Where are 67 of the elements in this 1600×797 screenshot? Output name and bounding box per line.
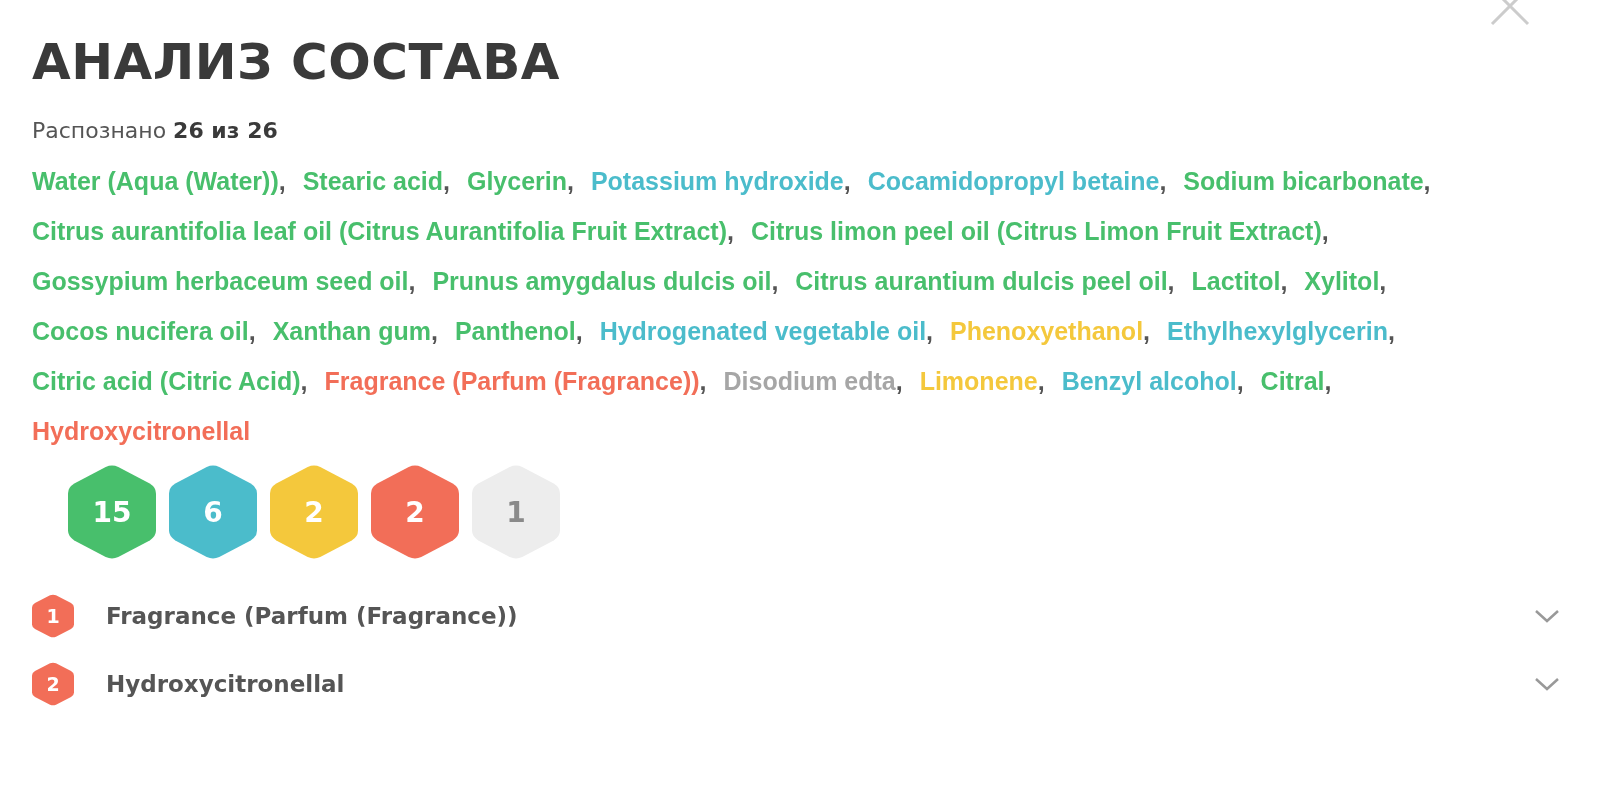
comma: , — [1280, 267, 1288, 295]
comma: , — [1387, 317, 1395, 345]
ingredient-name[interactable]: Citrus limon peel oil (Citrus Limon Fruit Extract) — [750, 217, 1322, 245]
count-number: 6 — [203, 495, 223, 529]
ingredient-name[interactable]: Hydroxycitronellal — [32, 417, 251, 445]
comma: , — [300, 367, 308, 395]
comma: , — [575, 317, 583, 345]
count-number: 15 — [92, 495, 132, 529]
ingredient-name[interactable]: Glycerin — [466, 167, 567, 195]
ingredient-name[interactable]: Citrus aurantium dulcis peel oil — [795, 267, 1168, 295]
chevron-icon[interactable] — [1534, 676, 1560, 692]
ingredient-name[interactable]: Citral — [1260, 367, 1325, 395]
close-icon[interactable] — [1490, 0, 1530, 28]
comma: , — [408, 267, 416, 295]
number-hexagon — [32, 594, 74, 638]
comma: , — [771, 267, 779, 295]
recognized-count: Распознано 26 из 26 — [32, 117, 279, 145]
comma: , — [727, 217, 734, 245]
ingredient-name[interactable]: Disodium edta — [723, 367, 896, 395]
ingredient-name[interactable]: Limonene — [919, 367, 1038, 395]
ingredient-name[interactable]: Water (Aqua (Water)) — [32, 167, 279, 195]
comma: , — [1143, 317, 1151, 345]
comma: , — [1159, 167, 1167, 195]
number-hexagon — [32, 662, 74, 706]
ingredient-name[interactable]: Phenoxyethanol — [950, 317, 1144, 345]
ingredient-name[interactable]: Gossypium herbaceum seed oil — [32, 267, 409, 295]
ingredient-name[interactable]: Xanthan gum — [272, 317, 431, 345]
comma: , — [1167, 267, 1175, 295]
ingredient-name[interactable]: Sodium bicarbonate — [1183, 167, 1424, 195]
count-number: 1 — [506, 495, 526, 529]
comma: , — [895, 367, 903, 395]
comma: , — [430, 317, 438, 345]
comma: , — [699, 367, 707, 395]
comma: , — [1236, 367, 1244, 395]
warning-number: 1 — [46, 605, 60, 627]
comma: , — [926, 317, 934, 345]
warning-name[interactable]: Fragrance (Parfum (Fragrance)) — [106, 603, 1534, 629]
comma: , — [1379, 267, 1387, 295]
comma: , — [443, 167, 450, 195]
ingredient-name[interactable]: Lactitol — [1191, 267, 1281, 295]
ingredient-name[interactable]: Fragrance (Parfum (Fragrance)) — [324, 367, 700, 395]
ingredient-name[interactable]: Citric acid (Citric Acid) — [32, 367, 301, 395]
comma: , — [1324, 367, 1332, 395]
ingredient-name[interactable]: Cocos nucifera oil — [32, 317, 249, 345]
comma: , — [843, 167, 851, 195]
ingredient-name[interactable]: Hydrogenated vegetable oil — [599, 317, 927, 345]
comma: , — [567, 167, 574, 195]
count-number: 2 — [304, 495, 324, 529]
ingredient-name[interactable]: Xylitol — [1304, 267, 1380, 295]
ingredient-name[interactable]: Ethylhexylglycerin — [1167, 317, 1388, 345]
comma: , — [1037, 367, 1045, 395]
ingredient-name[interactable]: Benzyl alcohol — [1061, 367, 1237, 395]
ingredient-name[interactable]: Cocamidopropyl betaine — [867, 167, 1160, 195]
warning-name[interactable]: Hydroxycitronellal — [106, 671, 1534, 697]
ingredient-name[interactable]: Prunus amygdalus dulcis oil — [432, 267, 772, 295]
ingredient-name[interactable]: Citrus aurantifolia leaf oil (Citrus Aurantifolia Fruit Extract) — [32, 217, 727, 245]
page-title: АНАЛИЗ СОСТАВА — [32, 32, 562, 93]
ingredient-name[interactable]: Stearic acid — [302, 167, 444, 195]
comma: , — [248, 317, 256, 345]
comma: , — [1423, 167, 1431, 195]
count-number: 2 — [405, 495, 425, 529]
chevron-icon[interactable] — [1534, 608, 1560, 624]
comma: , — [1321, 217, 1329, 245]
ingredient-name[interactable]: Panthenol — [454, 317, 576, 345]
warning-number: 2 — [46, 673, 60, 695]
ingredient-name[interactable]: Potassium hydroxide — [590, 167, 844, 195]
comma: , — [278, 167, 286, 195]
